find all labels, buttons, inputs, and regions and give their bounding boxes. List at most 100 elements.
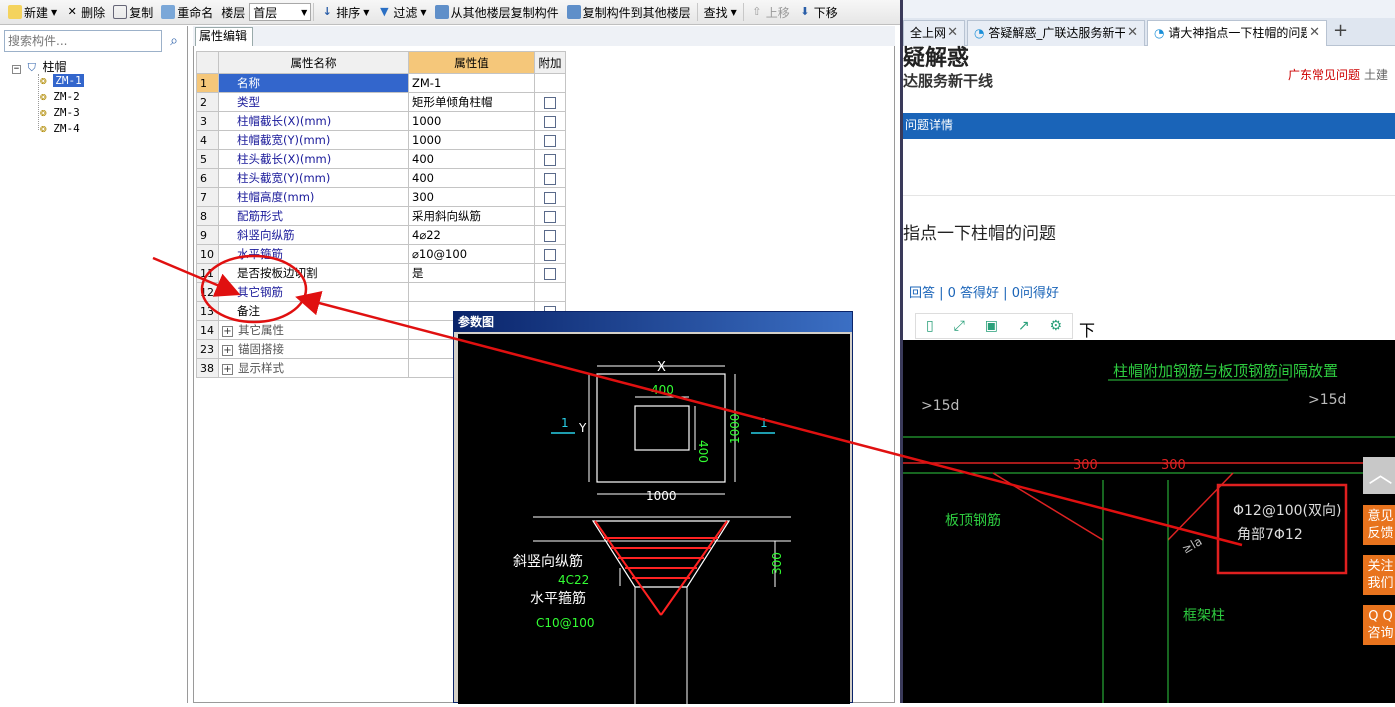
- search-icon[interactable]: ⌕: [163, 30, 185, 52]
- tree-item[interactable]: ❂ ZM-4: [40, 122, 80, 135]
- filter-label: 过滤: [393, 5, 418, 20]
- cap-rebar: [1167, 472, 1234, 541]
- back-to-top-icon[interactable]: ︿: [1363, 457, 1395, 494]
- tree-item[interactable]: ❂ ZM-3: [40, 106, 80, 119]
- table-row[interactable]: 9 斜竖向纵筋 4⌀22: [196, 225, 566, 245]
- floor-select[interactable]: 首层 ▼: [249, 3, 312, 21]
- property-name: 柱帽高度(mm): [218, 187, 409, 207]
- property-group[interactable]: + 锚固搭接: [218, 339, 409, 359]
- extra-checkbox[interactable]: [544, 134, 556, 147]
- property-value[interactable]: 400: [408, 149, 535, 169]
- search-input[interactable]: 搜索构件...: [4, 30, 162, 52]
- expand-icon[interactable]: +: [222, 345, 233, 356]
- move-down-button[interactable]: ⬇ 下移: [794, 1, 842, 23]
- expand-icon[interactable]: +: [222, 364, 233, 375]
- copy-from-other-floor-button[interactable]: 从其他楼层复制构件: [431, 1, 563, 23]
- table-row[interactable]: 8 配筋形式 采用斜向纵筋: [196, 206, 566, 226]
- nav-item[interactable]: 问题详情: [905, 118, 953, 132]
- property-value[interactable]: 1000: [408, 130, 535, 150]
- table-row[interactable]: 5 柱头截长(X)(mm) 400: [196, 149, 566, 169]
- expand-icon[interactable]: +: [222, 326, 233, 337]
- table-row[interactable]: 11 是否按板边切割是: [196, 263, 566, 283]
- feedback-button[interactable]: 意见 反馈: [1363, 505, 1395, 545]
- property-name: 是否按板边切割: [218, 263, 409, 283]
- table-row[interactable]: 2 类型 矩形单倾角柱帽: [196, 92, 566, 112]
- extra-cell: [534, 92, 566, 112]
- nav-link[interactable]: 广东常见问题: [1288, 66, 1360, 83]
- copy-button[interactable]: 复制: [109, 1, 157, 23]
- property-value[interactable]: ZM-1: [408, 73, 535, 93]
- follow-button[interactable]: 关注 我们: [1363, 555, 1395, 595]
- extra-checkbox[interactable]: [544, 153, 556, 166]
- table-row[interactable]: 7 柱帽高度(mm) 300: [196, 187, 566, 207]
- tree-item[interactable]: ❂ ZM-1: [40, 74, 84, 87]
- copy-to-other-floor-button[interactable]: 复制构件到其他楼层: [563, 1, 695, 23]
- browser-tab[interactable]: ◔ 答疑解惑_广联达服务新干线 ✕: [967, 20, 1145, 46]
- property-value[interactable]: 1000: [408, 111, 535, 131]
- table-row[interactable]: 4 柱帽截宽(Y)(mm) 1000: [196, 130, 566, 150]
- extra-checkbox[interactable]: [544, 229, 556, 242]
- sort-label: 排序: [336, 5, 361, 20]
- table-row[interactable]: 6 柱头截宽(Y)(mm) 400: [196, 168, 566, 188]
- move-up-button[interactable]: ⇧ 上移: [746, 1, 794, 23]
- rebar-note: Φ12@100(双向): [1233, 503, 1341, 519]
- component-icon: ❂: [40, 74, 47, 87]
- table-row[interactable]: 3 柱帽截长(X)(mm) 1000: [196, 111, 566, 131]
- sort-button[interactable]: ↓ 排序 ▼: [316, 1, 373, 23]
- new-button[interactable]: 新建 ▼: [4, 1, 61, 23]
- extra-checkbox[interactable]: [544, 248, 556, 261]
- save-icon[interactable]: ▣: [985, 318, 998, 334]
- extra-checkbox[interactable]: [544, 191, 556, 204]
- find-button[interactable]: 查找 ▼: [700, 1, 741, 23]
- side-label: 我们: [1367, 576, 1394, 591]
- collapse-icon[interactable]: −: [12, 65, 21, 74]
- copy-icon[interactable]: ▯: [926, 318, 934, 334]
- close-icon[interactable]: ✕: [1307, 21, 1320, 45]
- gear-icon[interactable]: ⚙: [1049, 318, 1062, 334]
- property-group[interactable]: + 其它属性: [218, 320, 409, 340]
- copy-label: 复制: [129, 5, 154, 20]
- property-group[interactable]: + 显示样式: [218, 358, 409, 378]
- property-value[interactable]: [408, 282, 535, 302]
- table-row[interactable]: 12 其它钢筋: [196, 282, 566, 302]
- new-tab-button[interactable]: +: [1333, 20, 1348, 41]
- extra-checkbox[interactable]: [544, 172, 556, 185]
- property-name: 配筋形式: [218, 206, 409, 226]
- extra-checkbox[interactable]: [544, 96, 556, 109]
- property-value[interactable]: 采用斜向纵筋: [408, 206, 535, 226]
- tree-root[interactable]: − ⛉ 柱帽: [12, 58, 67, 75]
- rename-button[interactable]: 重命名: [157, 1, 217, 23]
- extra-checkbox[interactable]: [544, 267, 556, 280]
- property-value[interactable]: 4⌀22: [408, 225, 535, 245]
- tab-label: 请大神指点一下柱帽的问题: [1168, 26, 1313, 40]
- hoop-rebar-label: 水平箍筋: [530, 590, 586, 607]
- qq-consult-button[interactable]: Q Q 咨询: [1363, 605, 1395, 645]
- attached-image[interactable]: 柱帽附加钢筋与板顶钢筋间隔放置 >15d >15d 300 300 板顶钢筋 框…: [903, 340, 1395, 703]
- expand-icon[interactable]: ⤢: [954, 318, 965, 334]
- row-number: 5: [196, 149, 219, 169]
- tree-item[interactable]: ❂ ZM-2: [40, 90, 80, 103]
- property-value[interactable]: 矩形单倾角柱帽: [408, 92, 535, 112]
- property-value[interactable]: ⌀10@100: [408, 244, 535, 264]
- delete-button[interactable]: ✕ 删除: [61, 1, 109, 23]
- extra-checkbox[interactable]: [544, 115, 556, 128]
- property-value[interactable]: 是: [408, 263, 535, 283]
- browser-tab-active[interactable]: ◔ 请大神指点一下柱帽的问题 ✕: [1147, 20, 1327, 46]
- tab-property-edit[interactable]: 属性编辑: [195, 27, 253, 46]
- dialog-title[interactable]: 参数图: [454, 312, 852, 332]
- property-value[interactable]: 400: [408, 168, 535, 188]
- cad-drawing: X 400 400 Y 1000 1000 1 1 300 斜竖向纵筋 4C22…: [513, 360, 791, 704]
- property-value[interactable]: 300: [408, 187, 535, 207]
- nav-link[interactable]: 土建: [1364, 66, 1388, 83]
- spacing-label: 300: [1073, 458, 1098, 473]
- table-row[interactable]: 1 名称 ZM-1: [196, 73, 566, 93]
- property-group-label: 锚固搭接: [238, 342, 284, 356]
- move-up-label: 上移: [765, 5, 790, 20]
- component-tree-pane: 搜索构件... ⌕ − ⛉ 柱帽 ❂ ZM-1 ❂ ZM-2 ❂ ZM-3 ❂ …: [0, 26, 188, 703]
- close-icon[interactable]: ✕: [1125, 21, 1138, 45]
- extra-checkbox[interactable]: [544, 210, 556, 223]
- share-icon[interactable]: ↗: [1018, 318, 1030, 334]
- cap-rebar: [992, 472, 1104, 541]
- filter-button[interactable]: ▼ 过滤 ▼: [373, 1, 430, 23]
- table-row[interactable]: 10 水平箍筋 ⌀10@100: [196, 244, 566, 264]
